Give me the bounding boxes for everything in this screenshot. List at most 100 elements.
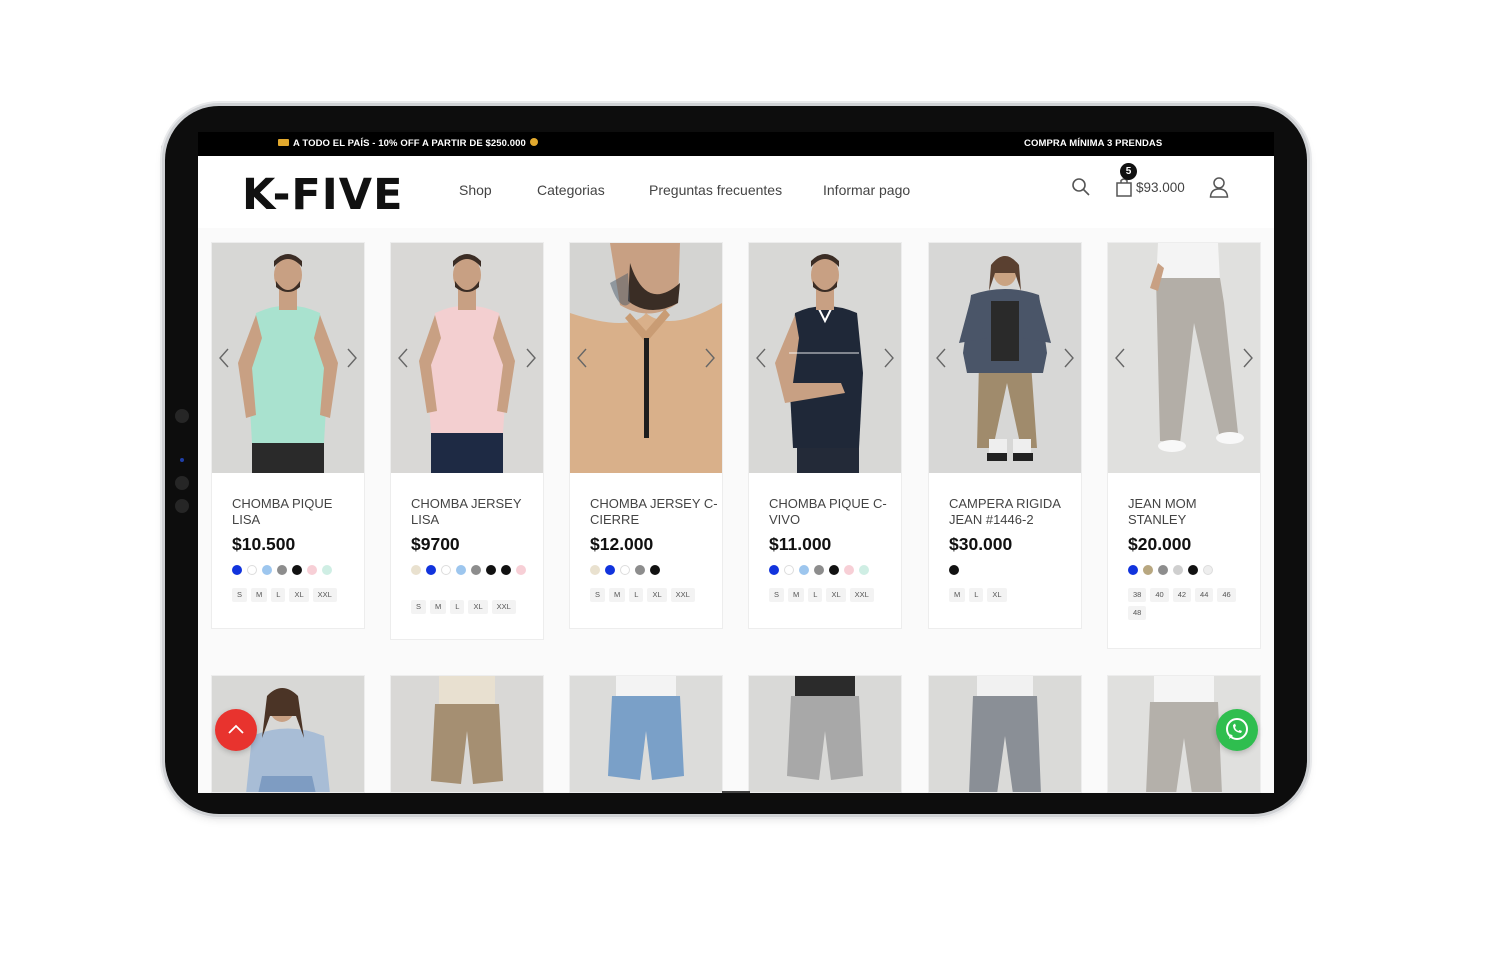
color-swatch[interactable]	[471, 565, 481, 575]
product-card[interactable]: CHOMBA PIQUE LISA $10.500 S M L XL XXL	[211, 242, 365, 629]
nav-informar-pago[interactable]: Informar pago	[823, 182, 910, 198]
color-swatch[interactable]	[307, 565, 317, 575]
product-card[interactable]: JEAN MOM STANLEY $20.000 38 40 42 44 46 48	[1107, 242, 1261, 649]
size-option[interactable]: S	[590, 588, 606, 602]
size-option[interactable]: XXL	[849, 588, 874, 602]
size-option[interactable]: XL	[826, 588, 846, 602]
size-option[interactable]: M	[788, 588, 805, 602]
color-swatch[interactable]	[844, 565, 854, 575]
size-option[interactable]: M	[609, 588, 626, 602]
color-swatch[interactable]	[1128, 565, 1138, 575]
size-option[interactable]: 48	[1128, 606, 1147, 620]
nav-categorias[interactable]: Categorias	[537, 182, 605, 198]
color-swatch[interactable]	[247, 565, 257, 575]
product-card[interactable]: CHOMBA JERSEY LISA $9700 S M L XL XXL	[390, 242, 544, 640]
color-swatch[interactable]	[456, 565, 466, 575]
color-swatch[interactable]	[859, 565, 869, 575]
size-option[interactable]: L	[808, 588, 823, 602]
color-swatch[interactable]	[590, 565, 600, 575]
product-image[interactable]	[1108, 243, 1260, 473]
size-option[interactable]: S	[769, 588, 785, 602]
color-swatch[interactable]	[799, 565, 809, 575]
color-swatch[interactable]	[322, 565, 332, 575]
chevron-right-icon[interactable]	[1061, 346, 1077, 370]
size-option[interactable]: L	[271, 588, 286, 602]
chevron-right-icon[interactable]	[523, 346, 539, 370]
product-card[interactable]: CHOMBA JERSEY C-CIERRE $12.000 S M L XL XXL	[569, 242, 723, 629]
product-image[interactable]	[929, 676, 1081, 793]
scroll-to-top-button[interactable]	[215, 709, 257, 751]
color-swatch[interactable]	[486, 565, 496, 575]
product-name[interactable]: JEAN MOM STANLEY	[1128, 496, 1256, 528]
product-card[interactable]	[748, 675, 902, 793]
size-option[interactable]: M	[430, 600, 447, 614]
size-option[interactable]: M	[251, 588, 268, 602]
size-option[interactable]: L	[450, 600, 465, 614]
size-option[interactable]: M	[949, 588, 966, 602]
color-swatch[interactable]	[949, 565, 959, 575]
product-name[interactable]: CHOMBA JERSEY LISA	[411, 496, 539, 528]
color-swatch[interactable]	[1158, 565, 1168, 575]
color-swatch[interactable]	[814, 565, 824, 575]
size-option[interactable]: L	[969, 588, 984, 602]
color-swatch[interactable]	[411, 565, 421, 575]
size-option[interactable]: XL	[468, 600, 488, 614]
color-swatch[interactable]	[829, 565, 839, 575]
product-card[interactable]	[928, 675, 1082, 793]
chevron-left-icon[interactable]	[753, 346, 769, 370]
cart-total[interactable]: $93.000	[1136, 180, 1185, 195]
shopping-bag-icon[interactable]	[1115, 177, 1133, 197]
size-option[interactable]: 38	[1128, 588, 1147, 602]
size-option[interactable]: XXL	[491, 600, 516, 614]
product-image[interactable]	[570, 676, 722, 793]
size-option[interactable]: XL	[987, 588, 1007, 602]
chevron-right-icon[interactable]	[881, 346, 897, 370]
chevron-right-icon[interactable]	[702, 346, 718, 370]
color-swatch[interactable]	[635, 565, 645, 575]
size-option[interactable]: 40	[1150, 588, 1169, 602]
product-image[interactable]	[212, 243, 364, 473]
whatsapp-button[interactable]	[1216, 709, 1258, 751]
color-swatch[interactable]	[441, 565, 451, 575]
color-swatch[interactable]	[426, 565, 436, 575]
product-card[interactable]: CAMPERA RIGIDA JEAN #1446-2 $30.000 M L XL	[928, 242, 1082, 629]
product-image[interactable]	[391, 676, 543, 793]
product-name[interactable]: CHOMBA JERSEY C-CIERRE	[590, 496, 718, 528]
nav-shop[interactable]: Shop	[459, 182, 492, 198]
color-swatch[interactable]	[1173, 565, 1183, 575]
chevron-left-icon[interactable]	[574, 346, 590, 370]
product-card[interactable]	[569, 675, 723, 793]
size-option[interactable]: XL	[647, 588, 667, 602]
product-image[interactable]	[929, 243, 1081, 473]
product-image[interactable]	[749, 243, 901, 473]
product-image[interactable]	[570, 243, 722, 473]
product-name[interactable]: CAMPERA RIGIDA JEAN #1446-2	[949, 496, 1077, 528]
product-image[interactable]	[391, 243, 543, 473]
chevron-left-icon[interactable]	[933, 346, 949, 370]
size-option[interactable]: 44	[1195, 588, 1214, 602]
product-image[interactable]	[749, 676, 901, 793]
color-swatch[interactable]	[650, 565, 660, 575]
site-logo[interactable]: K-FIVE	[242, 170, 403, 220]
chevron-left-icon[interactable]	[395, 346, 411, 370]
product-name[interactable]: CHOMBA PIQUE C-VIVO	[769, 496, 897, 528]
size-option[interactable]: L	[629, 588, 644, 602]
size-option[interactable]: 46	[1217, 588, 1236, 602]
color-swatch[interactable]	[1203, 565, 1213, 575]
color-swatch[interactable]	[605, 565, 615, 575]
size-option[interactable]: XXL	[312, 588, 337, 602]
size-option[interactable]: S	[411, 600, 427, 614]
color-swatch[interactable]	[620, 565, 630, 575]
color-swatch[interactable]	[784, 565, 794, 575]
color-swatch[interactable]	[292, 565, 302, 575]
color-swatch[interactable]	[769, 565, 779, 575]
color-swatch[interactable]	[1143, 565, 1153, 575]
size-option[interactable]: 42	[1172, 588, 1192, 602]
product-card[interactable]: CHOMBA PIQUE C-VIVO $11.000 S M L XL XXL	[748, 242, 902, 629]
chevron-right-icon[interactable]	[344, 346, 360, 370]
color-swatch[interactable]	[262, 565, 272, 575]
product-card[interactable]	[390, 675, 544, 793]
chevron-left-icon[interactable]	[216, 346, 232, 370]
product-name[interactable]: CHOMBA PIQUE LISA	[232, 496, 360, 528]
size-option[interactable]: S	[232, 588, 248, 602]
